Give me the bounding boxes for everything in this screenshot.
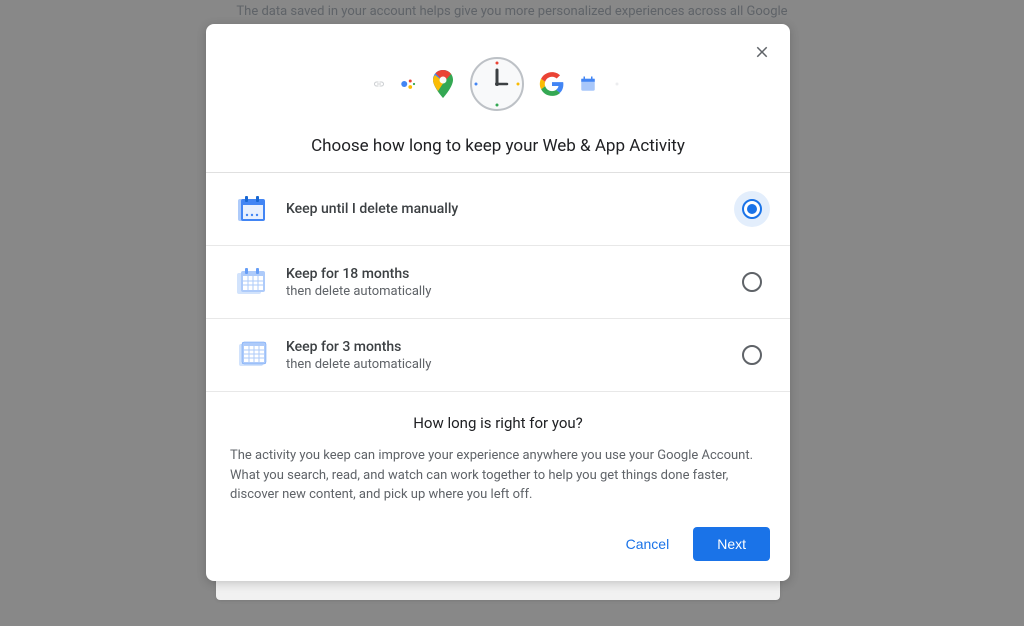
option-title: Keep until I delete manually: [286, 201, 742, 217]
maps-pin-icon: [431, 70, 455, 98]
clock-icon: [469, 56, 525, 112]
option-subtitle: then delete automatically: [286, 357, 742, 372]
calendar-manual-icon: [234, 191, 270, 227]
cancel-button[interactable]: Cancel: [610, 528, 686, 560]
close-button[interactable]: [748, 38, 776, 66]
calendar-icon: [579, 75, 597, 93]
info-heading: How long is right for you?: [230, 414, 766, 432]
info-section: How long is right for you? The activity …: [206, 392, 790, 515]
modal-header: Choose how long to keep your Web & App A…: [206, 24, 790, 172]
link-icon: [373, 78, 385, 90]
next-button[interactable]: Next: [693, 527, 770, 561]
assistant-icon: [399, 75, 417, 93]
google-g-icon: [539, 71, 565, 97]
sparkle-icon: [611, 78, 623, 90]
background-text: The data saved in your account helps giv…: [0, 4, 1024, 19]
modal-footer: Cancel Next: [206, 515, 790, 581]
radio-unselected[interactable]: [742, 345, 762, 365]
info-body: The activity you keep can improve your e…: [230, 446, 766, 505]
header-icon-row: [230, 56, 766, 112]
radio-unselected[interactable]: [742, 272, 762, 292]
radio-selected[interactable]: [742, 199, 762, 219]
modal-title: Choose how long to keep your Web & App A…: [230, 136, 766, 156]
option-text: Keep for 18 months then delete automatic…: [286, 266, 742, 299]
option-subtitle: then delete automatically: [286, 284, 742, 299]
option-title: Keep for 18 months: [286, 266, 742, 282]
option-text: Keep for 3 months then delete automatica…: [286, 339, 742, 372]
calendar-3-icon: [234, 337, 270, 373]
close-icon: [753, 43, 771, 61]
option-title: Keep for 3 months: [286, 339, 742, 355]
calendar-18-icon: [234, 264, 270, 300]
option-18-months[interactable]: Keep for 18 months then delete automatic…: [206, 246, 790, 319]
activity-retention-modal: Choose how long to keep your Web & App A…: [206, 24, 790, 581]
option-manual[interactable]: Keep until I delete manually: [206, 173, 790, 246]
option-3-months[interactable]: Keep for 3 months then delete automatica…: [206, 319, 790, 392]
option-text: Keep until I delete manually: [286, 201, 742, 217]
